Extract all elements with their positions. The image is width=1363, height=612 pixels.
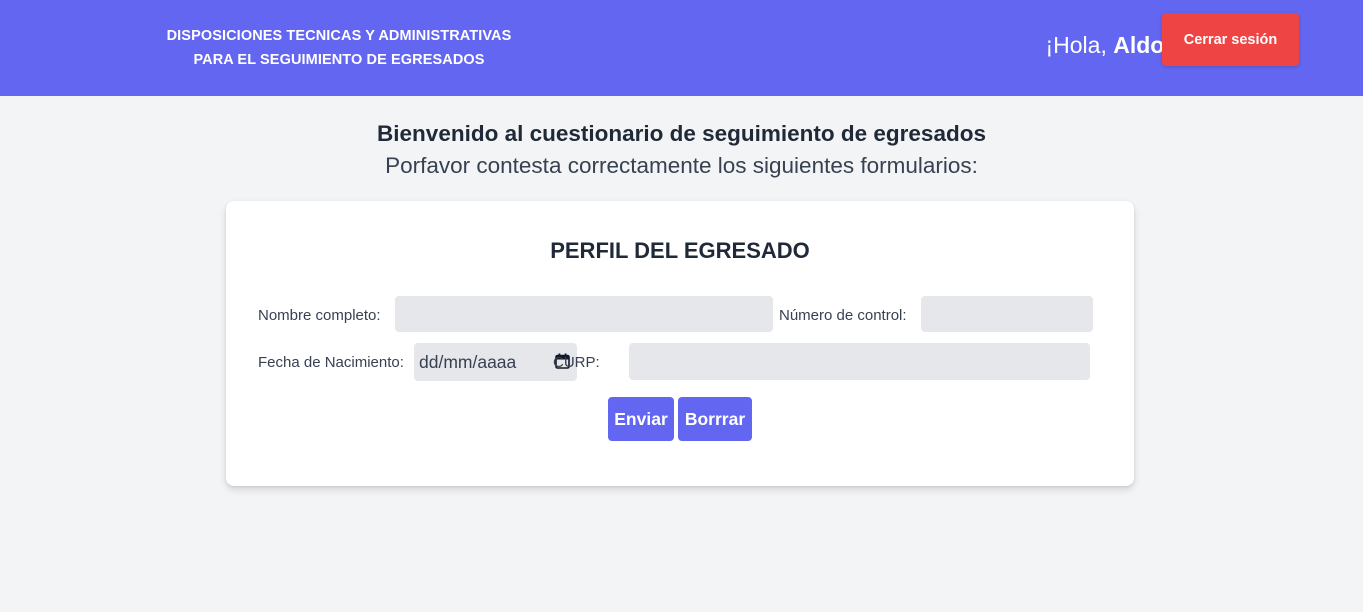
control-number-input[interactable] [921, 296, 1093, 332]
nombre-input[interactable] [395, 296, 773, 332]
nombre-label: Nombre completo: [258, 307, 381, 324]
welcome-section: Bienvenido al cuestionario de seguimient… [0, 118, 1363, 182]
fecha-label: Fecha de Nacimiento: [258, 354, 404, 371]
welcome-subtitle: Porfavor contesta correctamente los sigu… [385, 153, 978, 178]
reset-button[interactable]: Borrrar [678, 397, 752, 441]
welcome-title: Bienvenido al cuestionario de seguimient… [377, 121, 986, 146]
control-label: Número de control: [779, 307, 907, 324]
user-greeting: ¡Hola, Aldo! [960, 30, 1172, 60]
app-title-line-1: DISPOSICIONES TECNICAS Y ADMINISTRATIVAS [166, 28, 512, 44]
birthdate-placeholder: dd/mm/aaaa [419, 352, 517, 372]
greeting-prefix: ¡Hola, [1045, 32, 1114, 58]
logout-button[interactable]: Cerrar sesión [1162, 13, 1299, 66]
form-title: PERFIL DEL EGRESADO [550, 238, 810, 263]
graduate-profile-card: PERFIL DEL EGRESADO Nombre completo: Núm… [226, 201, 1134, 486]
curp-label: CURP: [553, 354, 600, 371]
app-title-line-2: PARA EL SEGUIMIENTO DE EGRESADOS [193, 52, 485, 68]
top-header: DISPOSICIONES TECNICAS Y ADMINISTRATIVAS… [0, 0, 1363, 96]
curp-input[interactable] [629, 343, 1090, 380]
app-title: DISPOSICIONES TECNICAS Y ADMINISTRATIVAS… [139, 24, 539, 72]
submit-button[interactable]: Enviar [608, 397, 674, 441]
